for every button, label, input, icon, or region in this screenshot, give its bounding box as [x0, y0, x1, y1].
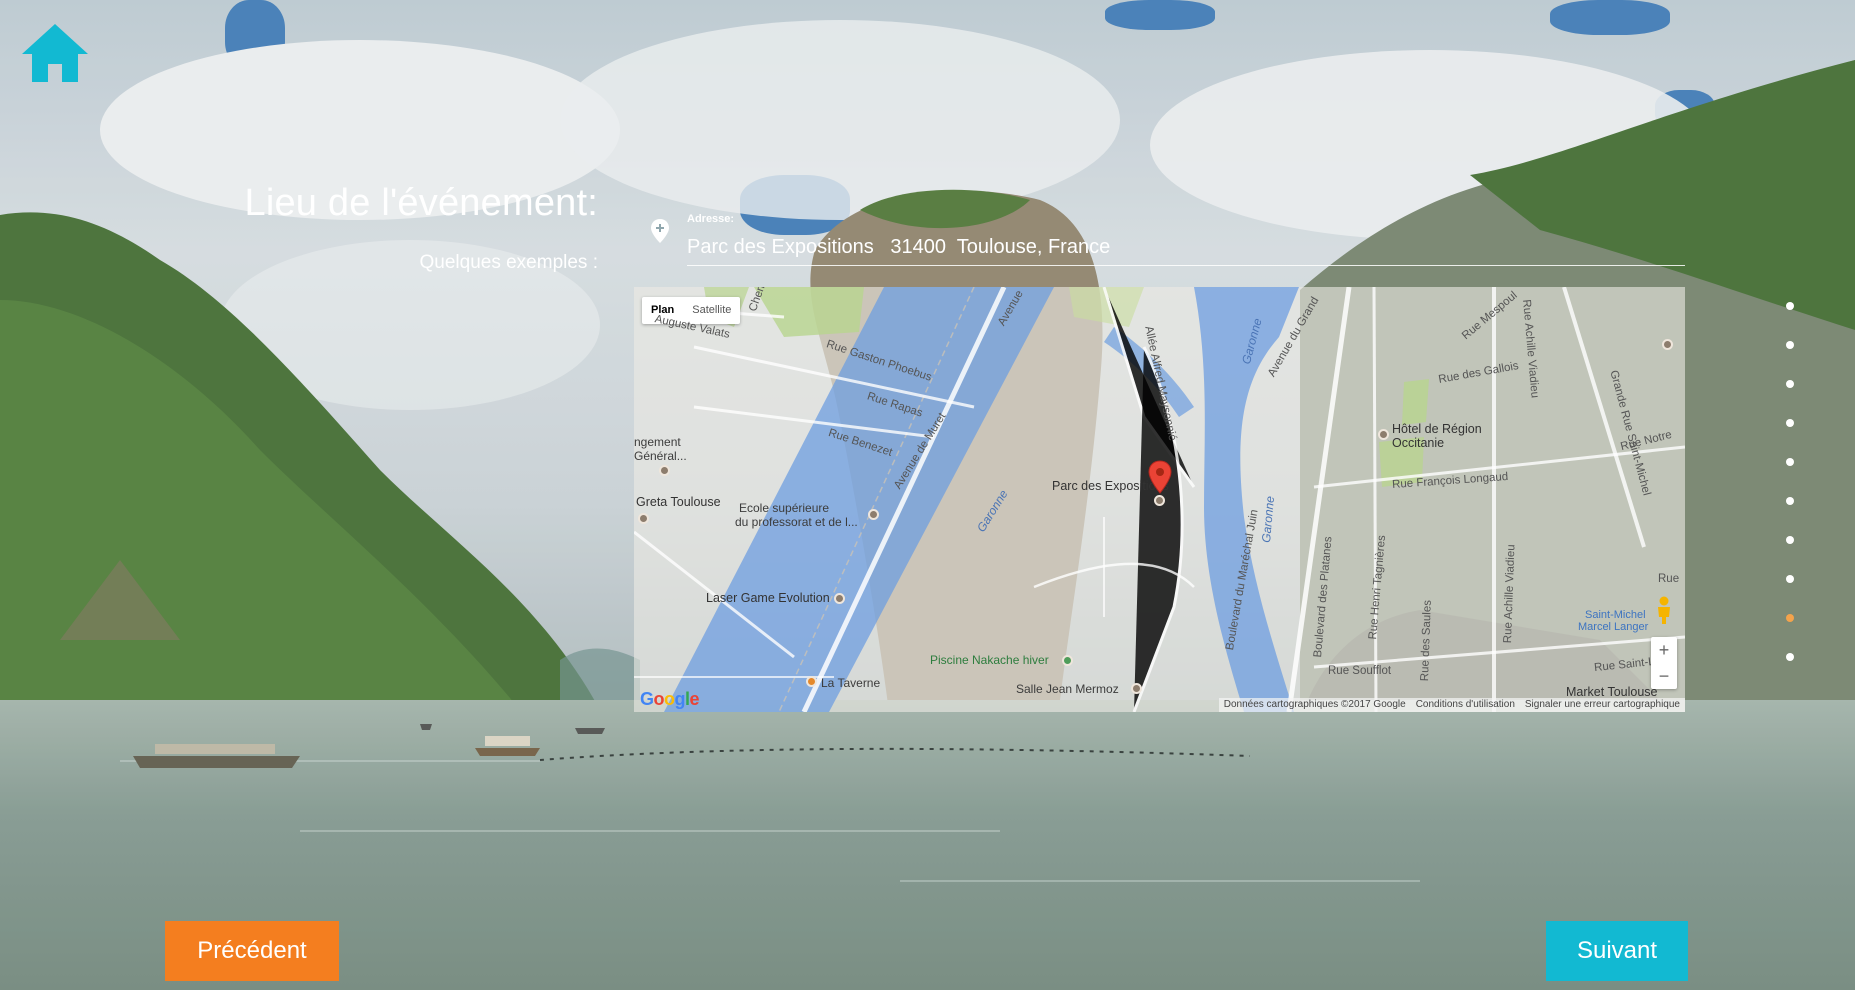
street-view-pegman-icon[interactable] [1654, 595, 1674, 625]
map[interactable]: Plan Satellite Chemin de Auguste Valats … [634, 287, 1685, 712]
nav-dot[interactable] [1786, 419, 1794, 427]
address-input[interactable]: Parc des Expositions 31400 Toulouse, Fra… [687, 236, 1685, 266]
map-marker-icon[interactable] [1148, 460, 1172, 494]
map-label: Laser Game Evolution [706, 591, 830, 605]
google-letter: g [674, 689, 686, 709]
nav-dot[interactable] [1786, 341, 1794, 349]
nav-dot[interactable] [1786, 302, 1794, 310]
map-label: Saint-Michel [1585, 609, 1646, 621]
google-logo[interactable]: Google [640, 689, 700, 710]
next-button[interactable]: Suivant [1546, 921, 1688, 981]
map-data-credit: Données cartographiques ©2017 Google [1223, 699, 1406, 710]
nav-dot[interactable] [1786, 380, 1794, 388]
map-label: Rue Soufflot [1328, 665, 1392, 677]
home-icon[interactable] [20, 22, 90, 84]
google-letter: G [640, 689, 654, 709]
map-poi-icon[interactable] [659, 465, 670, 476]
examples-link[interactable]: Quelques exemples : [300, 252, 599, 274]
map-label: Général... [634, 449, 687, 463]
map-label: Hôtel de Région [1392, 422, 1482, 436]
location-pin-icon [650, 218, 670, 244]
map-poi-icon[interactable] [868, 509, 879, 520]
nav-dot[interactable] [1786, 575, 1794, 583]
map-poi-icon[interactable] [1062, 655, 1073, 666]
map-label: Piscine Nakache hiver [930, 653, 1049, 667]
previous-button[interactable]: Précédent [165, 921, 339, 981]
map-label: Occitanie [1392, 436, 1445, 450]
map-attribution: Données cartographiques ©2017 Google Con… [1218, 698, 1685, 712]
map-label: Ecole supérieure [739, 501, 830, 515]
map-poi-icon[interactable] [638, 513, 649, 524]
map-label: Market Toulouse [1566, 685, 1658, 699]
map-poi-icon[interactable] [1131, 683, 1142, 694]
zoom-in-button[interactable]: + [1651, 637, 1677, 663]
address-label: Adresse: [687, 213, 735, 225]
nav-dot-active[interactable] [1786, 614, 1794, 622]
map-label: du professorat et de l... [735, 515, 858, 529]
map-label: ngement [634, 435, 681, 449]
map-poi-icon[interactable] [1378, 429, 1389, 440]
map-label: Rue [1658, 573, 1680, 585]
map-poi-icon[interactable] [1662, 339, 1673, 350]
map-poi-icon[interactable] [1154, 495, 1165, 506]
map-label: Marcel Langer [1578, 621, 1649, 633]
map-label: Salle Jean Mermoz [1016, 682, 1119, 696]
map-poi-icon[interactable] [806, 676, 817, 687]
terms-link[interactable]: Conditions d'utilisation [1411, 698, 1520, 712]
report-error-link[interactable]: Signaler une erreur cartographique [1520, 698, 1685, 712]
nav-dot[interactable] [1786, 653, 1794, 661]
map-label: La Taverne [821, 676, 881, 690]
page-title: Lieu de l'événement: [244, 182, 598, 224]
zoom-control: + − [1651, 637, 1677, 689]
nav-dot[interactable] [1786, 536, 1794, 544]
zoom-out-button[interactable]: − [1651, 663, 1677, 689]
nav-dot[interactable] [1786, 497, 1794, 505]
nav-dot[interactable] [1786, 458, 1794, 466]
google-letter: o [664, 689, 675, 709]
map-poi-icon[interactable] [834, 593, 845, 604]
google-letter: e [689, 689, 700, 709]
google-letter: o [653, 689, 665, 709]
map-label: Greta Toulouse [636, 495, 721, 509]
